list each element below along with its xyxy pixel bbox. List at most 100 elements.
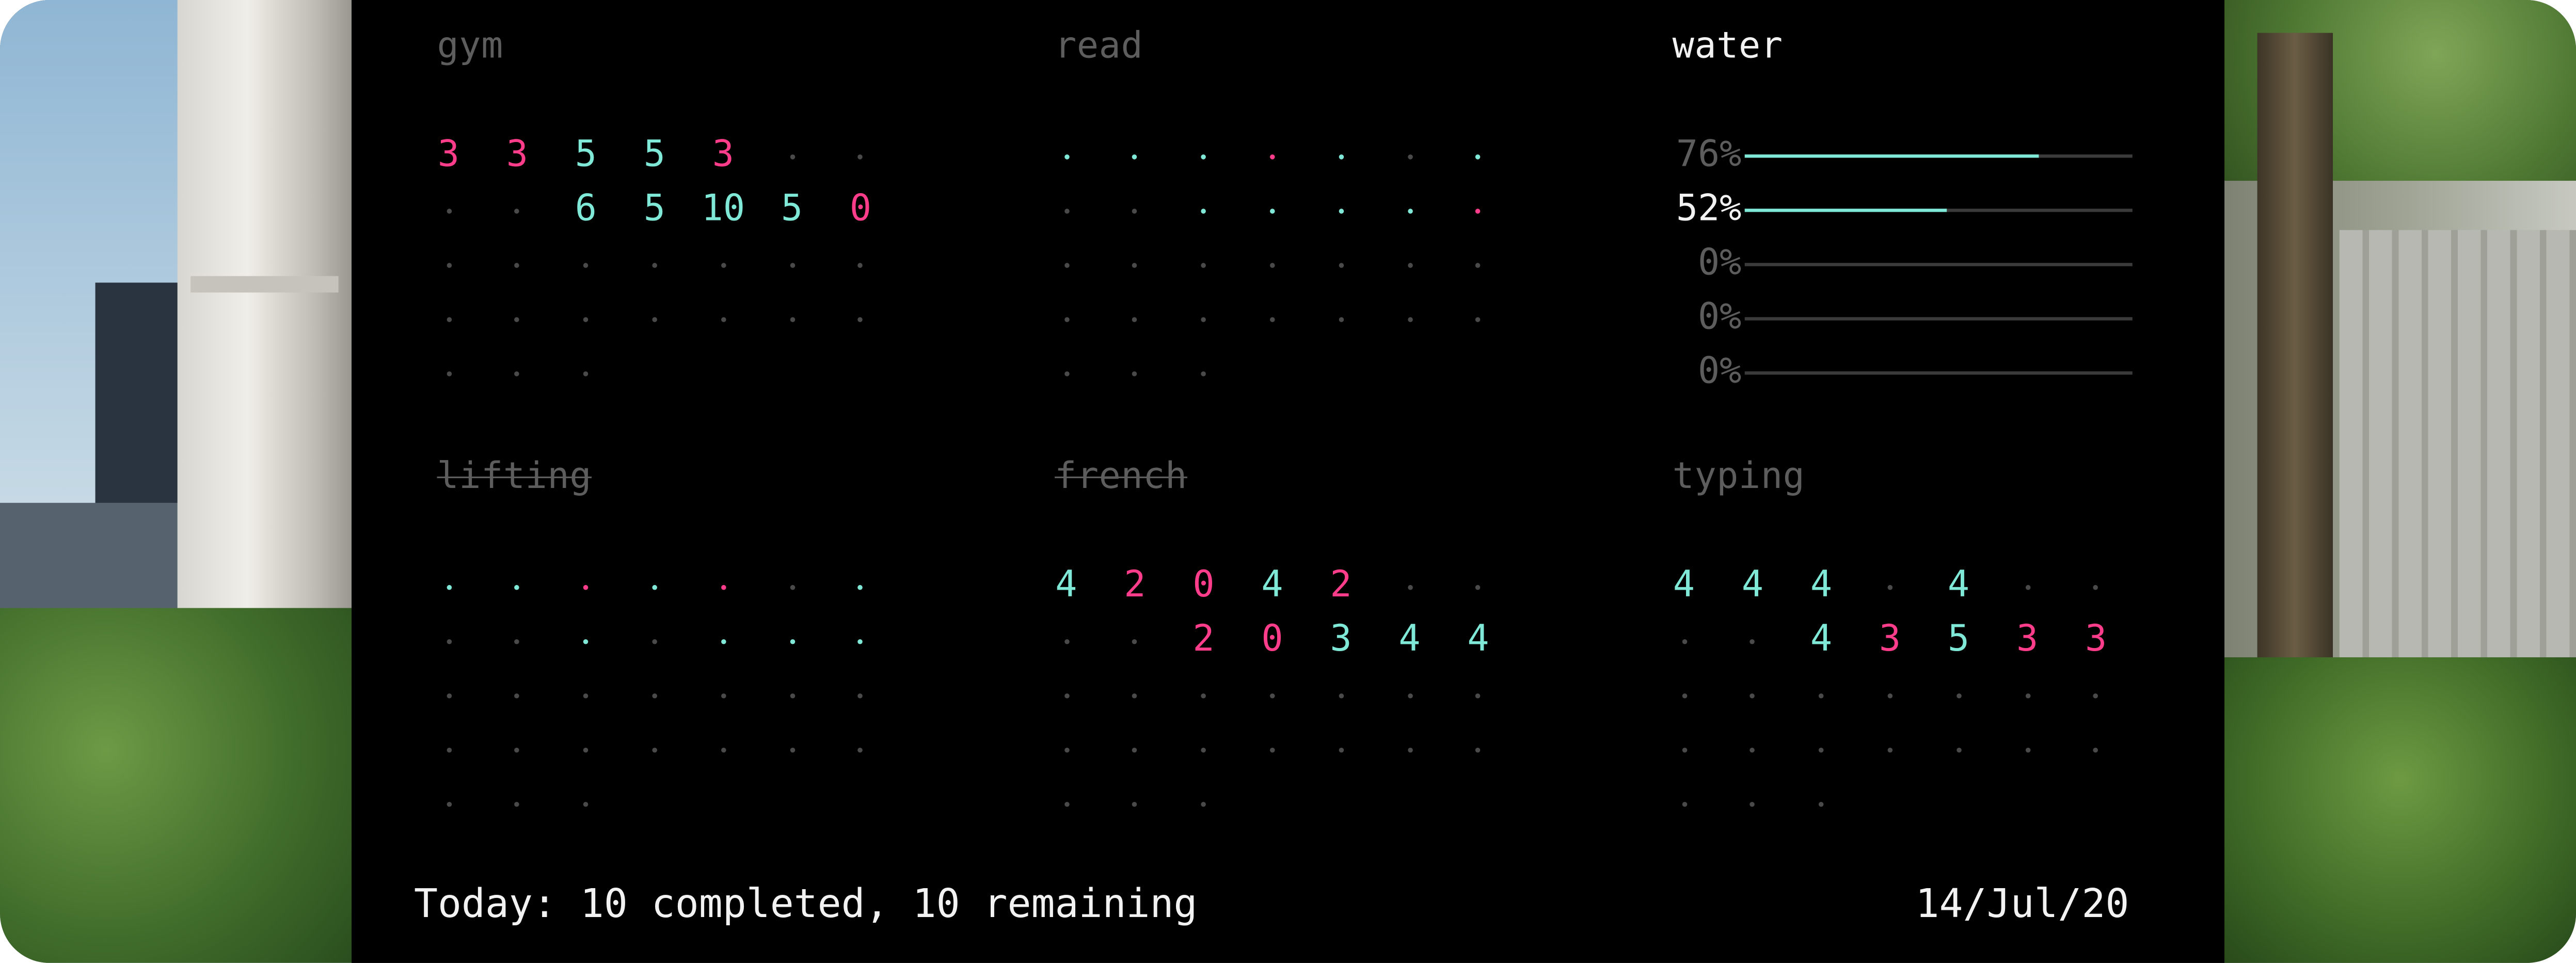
day-cell[interactable] bbox=[1032, 345, 1101, 399]
day-cell[interactable]: 3 bbox=[689, 128, 758, 182]
day-cell[interactable] bbox=[414, 559, 483, 613]
day-cell[interactable] bbox=[757, 291, 826, 345]
day-cell[interactable]: 3 bbox=[2061, 613, 2130, 667]
day-cell[interactable] bbox=[483, 613, 552, 667]
day-cell[interactable] bbox=[1787, 776, 1856, 830]
day-cell[interactable] bbox=[826, 128, 895, 182]
day-cell[interactable] bbox=[757, 721, 826, 776]
day-cell[interactable] bbox=[1444, 128, 1513, 182]
day-cell[interactable] bbox=[1238, 721, 1307, 776]
day-cell[interactable] bbox=[757, 613, 826, 667]
day-cell[interactable] bbox=[1375, 182, 1444, 236]
day-cell[interactable]: 4 bbox=[1238, 559, 1307, 613]
day-cell[interactable] bbox=[1855, 721, 1925, 776]
day-cell[interactable] bbox=[1101, 667, 1170, 721]
day-cell[interactable] bbox=[1169, 721, 1238, 776]
day-cell[interactable] bbox=[620, 721, 689, 776]
day-cell[interactable] bbox=[483, 182, 552, 236]
day-cell[interactable] bbox=[1238, 236, 1307, 291]
day-cell[interactable] bbox=[1101, 721, 1170, 776]
day-cell[interactable] bbox=[826, 236, 895, 291]
day-cell[interactable] bbox=[551, 721, 621, 776]
day-cell[interactable] bbox=[1444, 559, 1513, 613]
day-cell[interactable] bbox=[1649, 721, 1719, 776]
day-cell[interactable] bbox=[1649, 776, 1719, 830]
day-cell[interactable] bbox=[620, 291, 689, 345]
day-cell[interactable]: 10 bbox=[689, 182, 758, 236]
day-cell[interactable] bbox=[1993, 721, 2062, 776]
day-cell[interactable] bbox=[1787, 721, 1856, 776]
day-cell[interactable] bbox=[1101, 345, 1170, 399]
day-cell[interactable] bbox=[620, 559, 689, 613]
day-cell[interactable] bbox=[414, 182, 483, 236]
habit-water[interactable]: water 76% 52% 0% 0% 0% bbox=[1673, 0, 2166, 394]
day-cell[interactable]: 4 bbox=[1787, 559, 1856, 613]
day-cell[interactable]: 2 bbox=[1169, 613, 1238, 667]
day-cell[interactable] bbox=[689, 236, 758, 291]
habit-title[interactable]: french bbox=[1032, 457, 1211, 498]
day-cell[interactable]: 4 bbox=[1032, 559, 1101, 613]
day-cell[interactable] bbox=[483, 345, 552, 399]
day-cell[interactable] bbox=[1101, 776, 1170, 830]
day-cell[interactable] bbox=[2061, 721, 2130, 776]
day-cell[interactable] bbox=[1032, 721, 1101, 776]
day-cell[interactable]: 3 bbox=[414, 128, 483, 182]
day-cell[interactable] bbox=[1375, 559, 1444, 613]
day-cell[interactable] bbox=[689, 667, 758, 721]
day-cell[interactable]: 4 bbox=[1924, 559, 1993, 613]
day-cell[interactable] bbox=[1375, 667, 1444, 721]
day-cell[interactable] bbox=[1238, 182, 1307, 236]
day-cell[interactable] bbox=[414, 667, 483, 721]
day-cell[interactable] bbox=[414, 613, 483, 667]
day-cell[interactable] bbox=[2061, 667, 2130, 721]
day-cell[interactable] bbox=[483, 721, 552, 776]
day-cell[interactable]: 0 bbox=[826, 182, 895, 236]
day-cell[interactable] bbox=[1238, 128, 1307, 182]
day-cell[interactable] bbox=[1032, 291, 1101, 345]
habit-title[interactable]: gym bbox=[437, 26, 503, 68]
day-cell[interactable] bbox=[551, 291, 621, 345]
habit-gym[interactable]: gym 3 3 5 5 3 6 5 10 5 0 bbox=[437, 0, 930, 394]
day-cell[interactable] bbox=[1307, 721, 1376, 776]
day-cell[interactable] bbox=[1375, 721, 1444, 776]
habit-lifting[interactable]: lifting bbox=[437, 431, 930, 825]
day-cell[interactable] bbox=[1101, 291, 1170, 345]
day-cell[interactable] bbox=[757, 236, 826, 291]
day-cell[interactable] bbox=[1375, 236, 1444, 291]
day-cell[interactable] bbox=[689, 721, 758, 776]
day-cell[interactable]: 5 bbox=[1924, 613, 1993, 667]
day-cell[interactable] bbox=[620, 236, 689, 291]
day-cell[interactable] bbox=[1444, 291, 1513, 345]
day-cell[interactable] bbox=[1649, 613, 1719, 667]
day-cell[interactable] bbox=[551, 667, 621, 721]
day-cell[interactable] bbox=[551, 776, 621, 830]
day-cell[interactable] bbox=[483, 236, 552, 291]
day-cell[interactable] bbox=[826, 721, 895, 776]
day-cell[interactable] bbox=[1307, 128, 1376, 182]
day-cell[interactable] bbox=[483, 667, 552, 721]
day-cell[interactable]: 5 bbox=[620, 128, 689, 182]
day-cell[interactable] bbox=[2061, 559, 2130, 613]
water-row[interactable]: 0% bbox=[1673, 291, 2166, 345]
day-cell[interactable]: 5 bbox=[551, 128, 621, 182]
habit-typing[interactable]: typing 4 4 4 4 4 3 5 3 3 bbox=[1673, 431, 2166, 825]
day-cell[interactable] bbox=[1032, 667, 1101, 721]
day-cell[interactable] bbox=[826, 291, 895, 345]
day-cell[interactable] bbox=[483, 559, 552, 613]
day-cell[interactable] bbox=[1718, 667, 1787, 721]
day-cell[interactable] bbox=[1101, 128, 1170, 182]
day-cell[interactable]: 4 bbox=[1718, 559, 1787, 613]
day-cell[interactable]: 0 bbox=[1238, 613, 1307, 667]
day-cell[interactable] bbox=[1169, 182, 1238, 236]
day-cell[interactable]: 4 bbox=[1649, 559, 1719, 613]
day-cell[interactable] bbox=[551, 559, 621, 613]
day-cell[interactable] bbox=[1101, 236, 1170, 291]
day-cell[interactable]: 5 bbox=[757, 182, 826, 236]
day-cell[interactable] bbox=[757, 667, 826, 721]
day-cell[interactable]: 4 bbox=[1787, 613, 1856, 667]
day-cell[interactable] bbox=[551, 613, 621, 667]
day-cell[interactable] bbox=[1375, 291, 1444, 345]
day-cell[interactable] bbox=[1238, 291, 1307, 345]
day-cell[interactable]: 5 bbox=[620, 182, 689, 236]
day-cell[interactable] bbox=[414, 236, 483, 291]
